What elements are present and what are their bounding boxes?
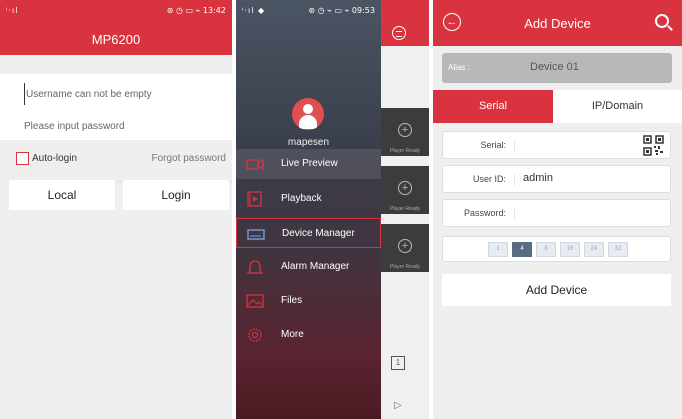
password-label: Password: [443,208,515,220]
channel-option-selected[interactable]: 4 [512,242,532,257]
menu-toggle-icon[interactable] [392,26,406,40]
credential-fields [0,74,232,182]
user-id-field[interactable]: User ID: admin [442,165,671,193]
password-input[interactable] [24,115,224,137]
player-ready-label: Player Ready [389,206,420,212]
app-title: MP6200 [91,32,141,47]
drawer-screen: + Player Ready + Player Ready + Player R… [236,0,429,419]
gear-icon [248,328,262,342]
play-icon[interactable]: ▷ [394,400,402,411]
menu-item-label: Alarm Manager [281,261,350,272]
channel-option[interactable]: 16 [560,242,580,257]
channel-option[interactable]: 1 [488,242,508,257]
avatar-head [303,104,313,114]
film-icon [247,191,262,207]
status-right: ⊛ ◷ ⌁ ▭ ⌁ 09:53 [308,5,375,15]
page-title: Add Device [524,16,591,31]
player-tile[interactable]: + Player Ready [381,166,429,214]
add-channel-icon: + [398,239,412,253]
signal-indicator: ⁱ‧ıl [6,5,19,15]
add-channel-icon: + [398,123,412,137]
player-tile[interactable]: + Player Ready [381,224,429,272]
menu-item-label: Files [281,295,303,306]
add-device-screen: ← Add Device Alias : Device 01 Serial IP… [433,0,682,419]
alias-value: Device 01 [530,61,579,73]
avatar[interactable] [292,98,324,130]
password-field[interactable]: Password: [442,199,671,227]
player-ready-label: Player Ready [389,264,420,270]
menu-item-label: More [281,329,304,340]
menu-item-live-preview[interactable]: Live Preview [236,149,381,179]
auto-login-label: Auto-login [32,153,78,164]
login-button[interactable]: Login [123,180,229,210]
dvr-icon [247,229,265,240]
login-screen: ⁱ‧ıl ⊛ ◷ ▭ ⌁ 13:42 MP6200 Auto-login For… [0,0,232,419]
menu-item-files[interactable]: Files [236,286,381,316]
alias-label: Alias : [448,63,470,72]
status-right: ⊛ ◷ ▭ ⌁ 13:42 [166,5,226,15]
channel-option[interactable]: 8 [536,242,556,257]
tab-ip-domain[interactable]: IP/Domain [553,90,682,123]
menu-item-label: Device Manager [282,228,355,239]
menu-item-device-manager[interactable]: Device Manager [236,218,381,248]
status-bar: ⁱ‧ıl ⊛ ◷ ▭ ⌁ 13:42 [0,0,232,20]
alias-field[interactable]: Alias : Device 01 [442,53,672,83]
tab-serial[interactable]: Serial [433,90,553,123]
screenshot-stage: ⁱ‧ıl ⊛ ◷ ▭ ⌁ 13:42 MP6200 Auto-login For… [0,0,682,419]
player-ready-label: Player Ready [389,148,420,154]
status-bar: ⁱ‧ıl ◆ ⊛ ◷ ⌁ ▭ ⌁ 09:53 [236,0,381,20]
serial-label: Serial: [443,140,515,152]
menu-item-more[interactable]: More [236,320,381,350]
bell-icon [246,260,264,274]
channel-option[interactable]: 32 [608,242,628,257]
add-mode-tabs: Serial IP/Domain [433,90,682,123]
user-id-label: User ID: [443,174,515,186]
layout-button[interactable]: 1 [391,356,405,370]
qr-code-icon[interactable] [643,135,664,156]
navigation-drawer: ⁱ‧ıl ◆ ⊛ ◷ ⌁ ▭ ⌁ 09:53 mapesen Live Prev… [236,0,381,419]
auto-login-checkbox[interactable] [16,152,29,165]
camera-icon [246,158,264,171]
channel-selector: 1 4 8 16 24 32 [442,236,671,262]
signal-indicator: ⁱ‧ıl ◆ [242,5,266,15]
forgot-password-link[interactable]: Forgot password [152,153,226,164]
username-input[interactable] [24,83,224,105]
menu-item-label: Live Preview [281,158,338,169]
menu-item-playback[interactable]: Playback [236,184,381,214]
search-icon[interactable] [655,14,669,28]
avatar-body [299,115,317,129]
username-label: mapesen [287,137,330,148]
add-channel-icon: + [398,181,412,195]
menu-item-alarm-manager[interactable]: Alarm Manager [236,252,381,282]
local-button[interactable]: Local [9,180,115,210]
player-tile[interactable]: + Player Ready [381,108,429,156]
menu-item-label: Playback [281,193,322,204]
user-id-value: admin [523,172,553,184]
background-header [381,0,429,46]
channel-option[interactable]: 24 [584,242,604,257]
serial-field[interactable]: Serial: [442,131,671,159]
add-device-button[interactable]: Add Device [442,274,671,306]
image-icon [246,294,264,308]
